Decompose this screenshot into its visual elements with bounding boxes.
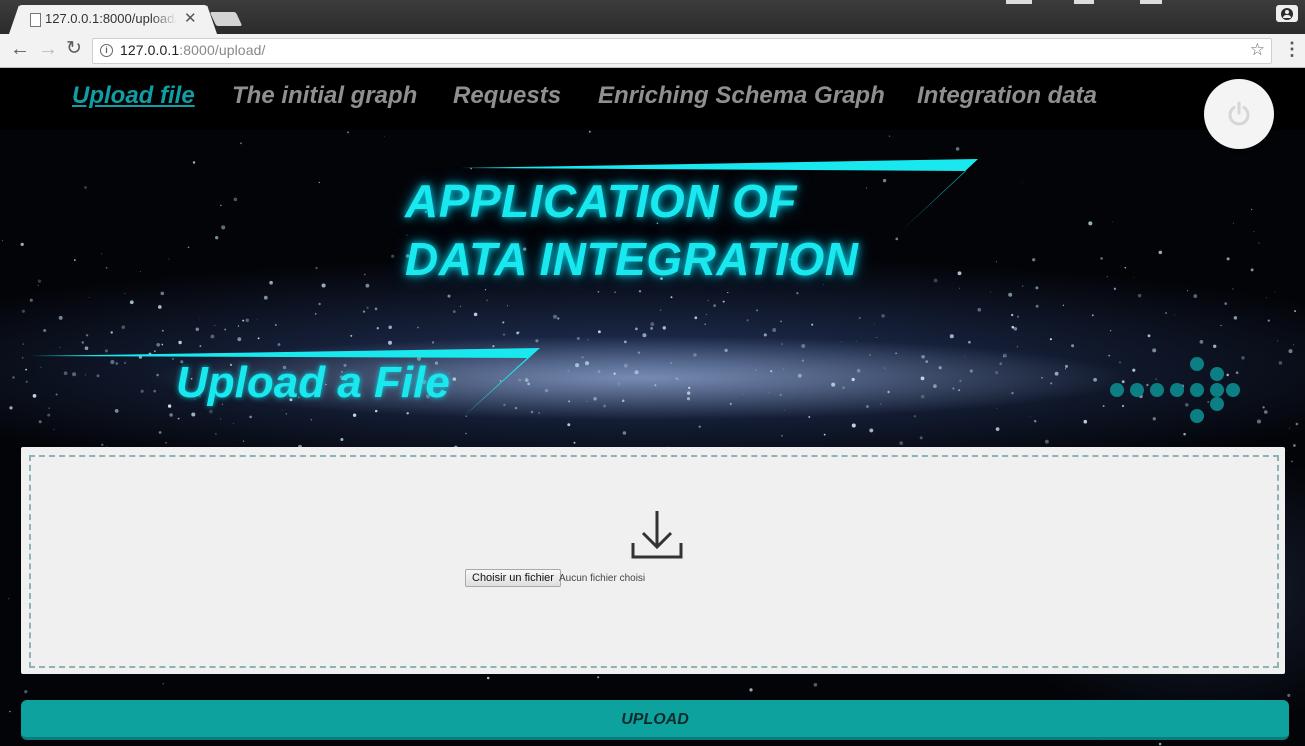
forward-arrow-icon[interactable]: →: [38, 37, 58, 61]
star-particle: [813, 682, 818, 687]
hero-title-line2: DATA INTEGRATION: [405, 233, 859, 285]
page-viewport: Upload file The initial graph Requests E…: [0, 68, 1305, 746]
close-icon[interactable]: ✕: [184, 9, 197, 27]
browser-tab[interactable]: 127.0.0.1:8000/upload/ ✕: [9, 5, 217, 34]
star-particle: [597, 676, 600, 679]
window-control[interactable]: [1140, 0, 1162, 4]
url-text[interactable]: 127.0.0.1:8000/upload/: [120, 42, 265, 58]
address-bar[interactable]: i 127.0.0.1:8000/upload/ ☆: [92, 38, 1272, 64]
url-host: 127.0.0.1: [120, 42, 180, 58]
star-particle: [1158, 742, 1162, 746]
star-particle: [9, 710, 11, 713]
bookmark-star-icon[interactable]: ☆: [1250, 40, 1265, 60]
info-icon[interactable]: i: [100, 44, 113, 57]
arrow-dots-icon: [1110, 357, 1240, 423]
star-particle: [749, 688, 753, 692]
star-particle: [162, 682, 165, 685]
hero-subtitle: Upload a File: [176, 358, 450, 407]
star-particle: [8, 598, 10, 600]
browser-toolbar: ← → ↻ i 127.0.0.1:8000/upload/ ☆ ⋮: [0, 34, 1305, 68]
star-particle: [24, 690, 28, 694]
file-drop-zone[interactable]: Choisir un fichier Aucun fichier choisi: [29, 455, 1279, 668]
browser-menu-icon[interactable]: ⋮: [1283, 40, 1301, 58]
new-tab-button[interactable]: [209, 12, 243, 26]
download-icon: [631, 511, 683, 559]
upload-button[interactable]: UPLOAD: [21, 700, 1289, 740]
profile-button[interactable]: [1276, 5, 1298, 22]
url-path: :8000/upload/: [179, 42, 266, 58]
page-icon: [30, 13, 41, 27]
choose-file-button[interactable]: Choisir un fichier: [465, 569, 561, 587]
file-status-text: Aucun fichier choisi: [559, 573, 646, 584]
window-control[interactable]: [1006, 0, 1032, 4]
user-icon: [1281, 8, 1293, 20]
browser-tab-strip: 127.0.0.1:8000/upload/ ✕: [0, 0, 1305, 34]
back-arrow-icon[interactable]: ←: [10, 37, 30, 61]
hero-title: APPLICATION OF DATA INTEGRATION: [405, 172, 858, 288]
tab-title: 127.0.0.1:8000/upload/: [45, 11, 177, 26]
upload-panel: Choisir un fichier Aucun fichier choisi: [21, 447, 1285, 674]
reload-icon[interactable]: ↻: [66, 37, 82, 61]
star-particle: [486, 676, 490, 680]
star-particle: [1287, 693, 1291, 697]
hero-title-line1: APPLICATION OF: [405, 175, 798, 227]
window-control[interactable]: [1074, 0, 1094, 4]
